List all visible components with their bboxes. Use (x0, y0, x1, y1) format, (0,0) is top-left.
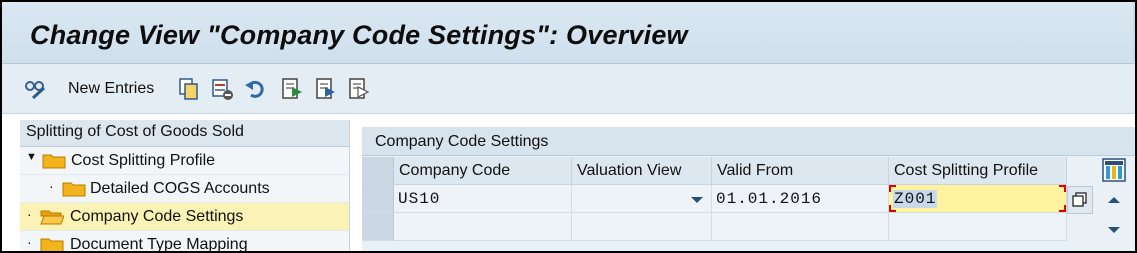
focus-corner (889, 205, 896, 212)
folder-icon (42, 154, 66, 169)
undo-button[interactable] (243, 76, 267, 102)
column-header-cost-splitting-profile[interactable]: Cost Splitting Profile (889, 157, 1067, 185)
column-header-company-code[interactable]: Company Code (394, 157, 572, 185)
tree-item-label: Company Code Settings (70, 208, 244, 225)
valid-from-cell[interactable]: 01.01.2016 (712, 185, 889, 213)
title-scroll-edge (1133, 2, 1135, 64)
copy-icon (179, 78, 198, 100)
table-control: Company Code Valuation View Valid From C… (362, 157, 1067, 241)
folder-icon (40, 238, 64, 251)
column-header-valuation-view[interactable]: Valuation View (572, 157, 712, 185)
delete-rows-icon (212, 79, 233, 100)
select-block-button[interactable] (314, 76, 338, 102)
row-selector[interactable] (362, 213, 394, 241)
valid-from-cell[interactable] (712, 213, 889, 241)
valuation-view-cell[interactable] (572, 213, 712, 241)
focus-corner (889, 185, 896, 192)
select-all-button[interactable] (280, 76, 304, 102)
copy-as-button[interactable] (177, 76, 201, 102)
scroll-up-icon[interactable] (1108, 197, 1120, 203)
folder-icon (62, 182, 86, 197)
cost-splitting-profile-input[interactable]: Z001 (889, 185, 1067, 213)
expand-toggle-icon[interactable]: ▼ (26, 151, 37, 163)
title-bar: Change View "Company Code Settings": Ove… (2, 2, 1135, 64)
company-code-cell[interactable] (394, 213, 572, 241)
application-toolbar: New Entries (2, 64, 1135, 114)
value-help-icon (1072, 192, 1087, 207)
tree-bullet: · (49, 178, 54, 194)
focus-corner (1059, 185, 1066, 192)
open-folder-icon (40, 210, 64, 225)
new-entries-label: New Entries (68, 80, 155, 97)
focus-corner (1059, 205, 1066, 212)
cost-splitting-profile-value: Z001 (893, 190, 938, 208)
tree-item-company-code-settings[interactable]: · Company Code Settings (20, 203, 349, 231)
valuation-view-dropdown[interactable] (572, 185, 712, 213)
dialog-structure-tree: Splitting of Cost of Goods Sold ▼ Cost S… (20, 120, 350, 253)
tree-item-label: Document Type Mapping (70, 236, 248, 253)
page-title: Change View "Company Code Settings": Ove… (30, 20, 688, 50)
tree-bullet: · (27, 206, 32, 222)
undo-icon (245, 80, 264, 98)
dropdown-arrow-icon[interactable] (691, 197, 703, 203)
tree-header: Splitting of Cost of Goods Sold (20, 120, 349, 147)
new-entries-button[interactable]: New Entries (62, 76, 154, 102)
tree-item-detailed-cogs-accounts[interactable]: · Detailed COGS Accounts (20, 175, 349, 203)
column-header-valid-from[interactable]: Valid From (712, 157, 889, 185)
value-help-button[interactable] (1067, 186, 1093, 214)
tree-item-cost-splitting-profile[interactable]: ▼ Cost Splitting Profile (20, 147, 349, 175)
tree-item-label: Cost Splitting Profile (71, 152, 216, 169)
delete-button[interactable] (210, 76, 234, 102)
table-row (362, 213, 1067, 241)
cost-splitting-profile-cell[interactable] (889, 213, 1067, 241)
deselect-all-icon (349, 78, 370, 99)
select-all-cell[interactable] (362, 157, 394, 185)
tree-item-document-type-mapping[interactable]: · Document Type Mapping (20, 231, 349, 253)
sap-window: Change View "Company Code Settings": Ove… (0, 0, 1137, 253)
company-code-cell[interactable]: US10 (394, 185, 572, 213)
glasses-pencil-icon (25, 81, 46, 100)
tree-bullet: · (27, 234, 32, 250)
table-title: Company Code Settings (362, 127, 1135, 156)
tree-item-label: Detailed COGS Accounts (90, 180, 270, 197)
table-row: US10 01.01.2016 Z001 (362, 185, 1067, 213)
scroll-down-icon[interactable] (1108, 227, 1120, 233)
deselect-all-button[interactable] (347, 76, 371, 102)
row-selector[interactable] (362, 185, 394, 213)
select-all-icon (282, 78, 302, 99)
display-change-button[interactable] (24, 76, 48, 102)
select-block-icon (316, 78, 335, 99)
column-settings-icon[interactable] (1102, 158, 1126, 182)
table-header-row: Company Code Valuation View Valid From C… (362, 157, 1067, 185)
table-panel: Company Code Settings Company Code Valua… (362, 127, 1135, 251)
